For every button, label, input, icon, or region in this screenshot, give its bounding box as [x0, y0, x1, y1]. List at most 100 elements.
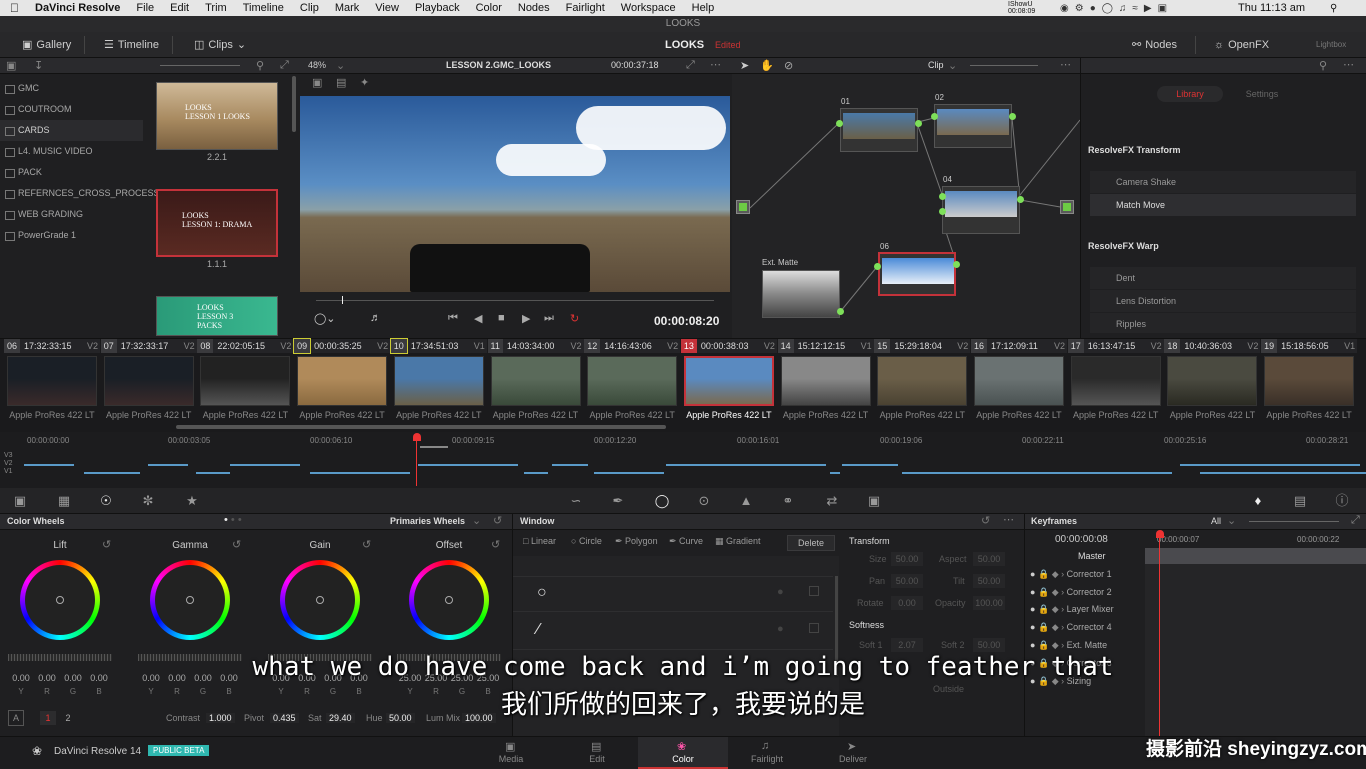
wheels-mode[interactable]: Primaries Wheels	[390, 516, 465, 526]
album-item[interactable]: PowerGrade 1	[0, 225, 143, 246]
circle-window-button[interactable]: ○ Circle	[571, 536, 602, 546]
zoom-level[interactable]: 48%	[308, 60, 326, 70]
tilt-value[interactable]: 50.00	[973, 574, 1005, 588]
fx-item-selected[interactable]: Match Move	[1090, 194, 1356, 216]
timeline-name[interactable]: LESSON 2.GMC_LOOKS	[446, 60, 551, 70]
fx-item[interactable]: Dent	[1090, 267, 1356, 289]
grab-still-icon[interactable]: ↧	[34, 59, 43, 72]
viewer-image[interactable]	[300, 96, 730, 292]
rgb-mixer-icon[interactable]: ✼	[140, 493, 156, 509]
lock-icon[interactable]: 🔒	[1038, 569, 1049, 579]
menu-timeline[interactable]: Timeline	[243, 2, 284, 14]
enable-dot-icon[interactable]: ●	[1030, 587, 1035, 597]
ext-matte-node[interactable]	[762, 270, 840, 318]
size-value[interactable]: 50.00	[891, 552, 923, 566]
keyframe-row[interactable]: ● 🔒 ◆ › Corrector 2	[1030, 583, 1145, 601]
clips-button[interactable]: ◫ Clips ⌄	[190, 32, 246, 58]
lock-icon[interactable]: 🔒	[1038, 622, 1049, 632]
clip-thumbnail[interactable]: 14 15:12:12:15 V1 Apple ProRes 422 LT	[777, 339, 874, 429]
clip-thumbnail[interactable]: 07 17:32:33:17 V2 Apple ProRes 422 LT	[100, 339, 197, 429]
album-item[interactable]: REFERNCES_CROSS_PROCESS	[0, 183, 160, 204]
menu-fairlight[interactable]: Fairlight	[566, 2, 605, 14]
chevron-down-icon[interactable]: ⌄	[472, 514, 481, 527]
clip-thumbnail[interactable]: 12 14:16:43:06 V2 Apple ProRes 422 LT	[584, 339, 681, 429]
delete-button[interactable]: Delete	[787, 535, 835, 551]
scopes-icon[interactable]: ▤	[1292, 493, 1308, 509]
page-dots[interactable]: • • •	[224, 514, 242, 526]
curves-icon[interactable]: ∽	[568, 493, 584, 509]
master-keyframe-track[interactable]	[1145, 548, 1366, 564]
thumbnail-scrollbar[interactable]	[176, 425, 666, 429]
volume-icon[interactable]: ♬	[370, 312, 381, 324]
source-node[interactable]	[736, 200, 750, 214]
play-icon[interactable]: ▶	[522, 312, 530, 325]
viewer-scrubber[interactable]	[316, 296, 714, 304]
menu-nodes[interactable]: Nodes	[518, 2, 550, 14]
more-options-icon[interactable]: ⋯	[1003, 513, 1014, 526]
linear-window-button[interactable]: □ Linear	[523, 536, 556, 546]
wheel-center-handle[interactable]	[186, 596, 194, 604]
viewer-mode-icon[interactable]: ◯⌄	[314, 312, 336, 325]
album-item[interactable]: GMC	[0, 78, 143, 99]
visibility-icon[interactable]: ●	[777, 623, 784, 635]
blur-icon[interactable]: ▲	[738, 493, 754, 509]
enable-dot-icon[interactable]: ●	[1030, 622, 1035, 632]
keyframe-diamond-icon[interactable]: ◆	[1052, 569, 1059, 579]
reverse-icon[interactable]: ◀	[474, 312, 482, 325]
aspect-value[interactable]: 50.00	[973, 552, 1005, 566]
sizing-icon[interactable]: ⇄	[824, 493, 840, 509]
chevron-down-icon[interactable]: ⌄	[1227, 514, 1236, 527]
keyframe-playhead[interactable]	[1156, 530, 1164, 538]
fx-item[interactable]: Lens Distortion	[1090, 290, 1356, 312]
menu-clip[interactable]: Clip	[300, 2, 319, 14]
chevron-right-icon[interactable]: ›	[1061, 569, 1064, 579]
menu-mark[interactable]: Mark	[335, 2, 359, 14]
chevron-right-icon[interactable]: ›	[1061, 640, 1064, 650]
still-size-slider[interactable]	[160, 65, 240, 66]
keyframe-diamond-icon[interactable]: ◆	[1052, 622, 1059, 632]
keyframe-row[interactable]: Master	[1030, 547, 1145, 565]
lock-icon[interactable]: 🔒	[1038, 587, 1049, 597]
clip-thumbnail[interactable]: 06 17:32:33:15 V2 Apple ProRes 422 LT	[4, 339, 100, 429]
color-match-icon[interactable]: ▦	[56, 493, 72, 509]
clip-thumbnail[interactable]: 18 10:40:36:03 V2 Apple ProRes 422 LT	[1164, 339, 1261, 429]
menu-playback[interactable]: Playback	[415, 2, 460, 14]
wheel-center-handle[interactable]	[445, 596, 453, 604]
node-02[interactable]: 02	[934, 93, 1012, 148]
menu-help[interactable]: Help	[692, 2, 715, 14]
keyframe-zoom-slider[interactable]	[1249, 521, 1339, 522]
output-node[interactable]	[1060, 200, 1074, 214]
apple-icon[interactable]: 	[10, 1, 19, 15]
wheel-center-handle[interactable]	[56, 596, 64, 604]
gallery-still[interactable]: LOOKS LESSON 3 PACKS	[156, 296, 278, 336]
reset-icon[interactable]: ↺	[362, 538, 371, 551]
3d-icon[interactable]: ▣	[866, 493, 882, 509]
clip-thumbnail[interactable]: 19 15:18:56:05 V1 Apple ProRes 422 LT	[1261, 339, 1358, 429]
keyframe-diamond-icon[interactable]: ◆	[1052, 640, 1059, 650]
clip-thumbnail[interactable]: 16 17:12:09:11 V2 Apple ProRes 422 LT	[971, 339, 1067, 429]
color-wheel[interactable]	[280, 560, 360, 640]
openfx-button[interactable]: ☼ OpenFX	[1210, 32, 1269, 58]
gallery-view-icon[interactable]: ▣	[6, 59, 16, 72]
lightbox-button[interactable]: Lightbox	[1316, 32, 1346, 58]
soft2-value[interactable]: 50.00	[973, 638, 1005, 652]
rotate-value[interactable]: 0.00	[891, 596, 923, 610]
color-wheel[interactable]	[20, 560, 100, 640]
info-icon[interactable]: ⓘ	[1334, 493, 1350, 509]
color-wheel[interactable]	[409, 560, 489, 640]
skip-forward-icon[interactable]: ⏭	[544, 312, 554, 325]
more-options-icon[interactable]: ⋯	[710, 58, 721, 71]
expand-icon[interactable]: ⤢	[280, 59, 289, 72]
more-options-icon[interactable]: ⋯	[1343, 58, 1354, 71]
skip-back-icon[interactable]: ⏮	[448, 312, 458, 325]
node-06[interactable]: 06	[878, 242, 956, 296]
clip-thumbnail[interactable]: 17 16:13:47:15 V2 Apple ProRes 422 LT	[1067, 339, 1164, 429]
keyframes-icon[interactable]: ♦	[1250, 493, 1266, 509]
reset-icon[interactable]: ↺	[493, 514, 502, 527]
split-screen-icon[interactable]: ▤	[336, 76, 346, 89]
reset-icon[interactable]: ↺	[981, 514, 990, 527]
expand-icon[interactable]: ⤢	[1351, 514, 1360, 527]
chevron-right-icon[interactable]: ›	[1061, 604, 1064, 614]
tab-settings[interactable]: Settings	[1229, 86, 1295, 102]
color-wheel[interactable]	[150, 560, 230, 640]
